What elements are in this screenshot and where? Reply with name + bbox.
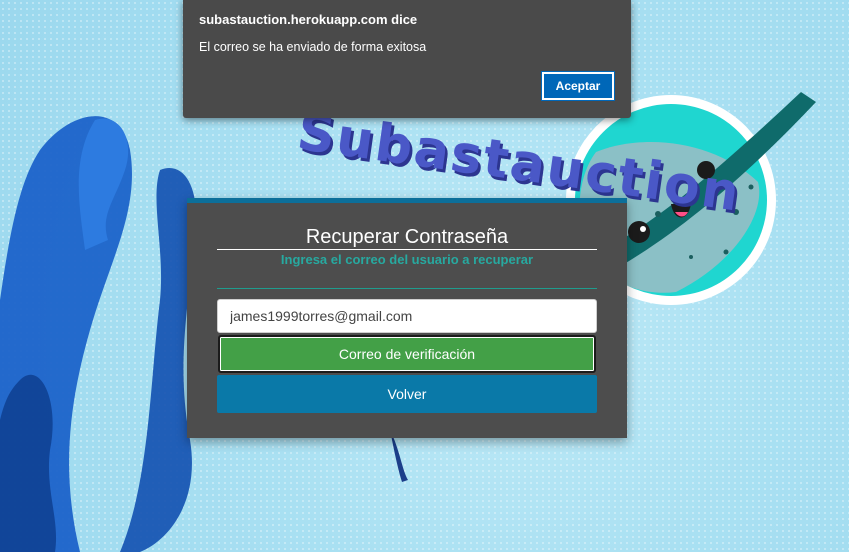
divider	[217, 288, 597, 289]
send-verification-button[interactable]: Correo de verificación	[218, 335, 596, 373]
recover-password-panel: Recuperar Contraseña Ingresa el correo d…	[187, 198, 627, 438]
back-button[interactable]: Volver	[217, 375, 597, 413]
alert-title: subastauction.herokuapp.com dice	[199, 12, 418, 27]
alert-message: El correo se ha enviado de forma exitosa	[199, 40, 427, 54]
panel-title: Recuperar Contraseña	[217, 225, 597, 250]
email-input[interactable]	[217, 299, 597, 333]
panel-subtitle: Ingresa el correo del usuario a recupera…	[280, 252, 534, 267]
accept-button[interactable]: Aceptar	[541, 71, 615, 101]
alert-dialog: subastauction.herokuapp.com dice El corr…	[183, 0, 631, 118]
